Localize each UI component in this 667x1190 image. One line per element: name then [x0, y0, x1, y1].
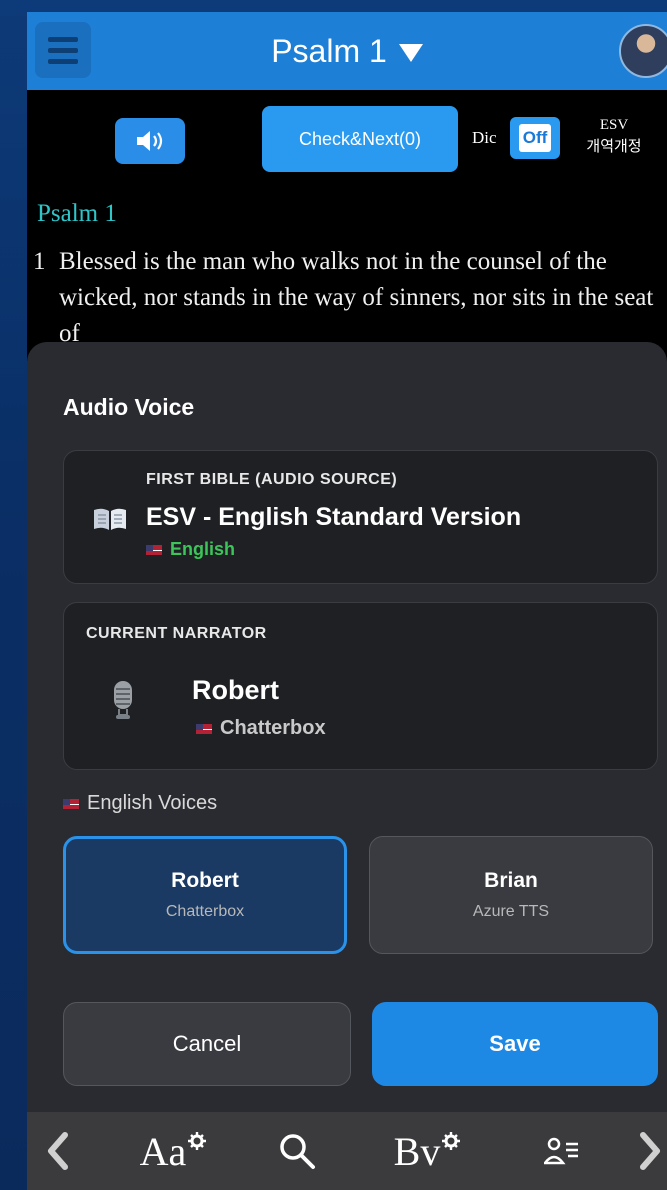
- chevron-left-icon: [48, 1132, 68, 1170]
- voice-name: Robert: [171, 869, 239, 892]
- voice-name: Brian: [484, 869, 538, 892]
- narrator-caption: CURRENT NARRATOR: [86, 625, 267, 642]
- gear-icon: [188, 1132, 207, 1150]
- voice-option-brian[interactable]: Brian Azure TTS: [369, 836, 653, 954]
- audio-play-button[interactable]: [115, 118, 185, 164]
- app-screen: Psalm 1 Check&Next(0) Dic Off ESV 개역개정 P…: [27, 12, 667, 1190]
- search-button[interactable]: [267, 1112, 327, 1190]
- narrator-source-label: Chatterbox: [220, 717, 326, 739]
- voice-option-robert[interactable]: Robert Chatterbox: [63, 836, 347, 954]
- bible-settings-button[interactable]: Bv: [377, 1112, 477, 1190]
- dictionary-toggle[interactable]: Off: [510, 117, 560, 159]
- audio-voice-sheet: Audio Voice FIRST BIBLE (AUDIO SOURCE) E…: [27, 342, 667, 1112]
- person-list-icon: [544, 1137, 578, 1165]
- voices-section-label: English Voices: [63, 792, 217, 815]
- first-bible-name: ESV - English Standard Version: [146, 503, 522, 531]
- first-bible-language: English: [146, 539, 235, 560]
- speaker-icon: [137, 131, 163, 151]
- cancel-button[interactable]: Cancel: [63, 1002, 351, 1086]
- gear-icon: [442, 1132, 461, 1150]
- narrator-name: Robert: [192, 675, 279, 705]
- chapter-heading: Psalm 1: [37, 200, 117, 227]
- dictionary-label: Dic: [472, 128, 497, 147]
- bible-settings-label: Bv: [393, 1128, 441, 1174]
- voices-section-text: English Voices: [87, 792, 218, 814]
- first-bible-language-label: English: [170, 539, 236, 559]
- microphone-icon: [114, 681, 132, 719]
- us-flag-icon: [63, 798, 79, 809]
- profile-list-button[interactable]: [532, 1112, 592, 1190]
- first-bible-card: FIRST BIBLE (AUDIO SOURCE) ESV - English…: [63, 450, 658, 584]
- search-icon: [280, 1134, 315, 1169]
- chevron-down-icon: [398, 44, 423, 62]
- verse-number: 1: [33, 248, 46, 275]
- font-settings-label: Aa: [139, 1128, 187, 1174]
- us-flag-icon: [146, 545, 162, 556]
- chapter-selector[interactable]: Psalm 1: [27, 12, 667, 90]
- check-next-button[interactable]: Check&Next(0): [262, 106, 458, 172]
- control-row: Check&Next(0) Dic Off ESV 개역개정: [27, 90, 667, 190]
- us-flag-icon: [196, 723, 212, 734]
- current-narrator-card: CURRENT NARRATOR Robert Chatterbox: [63, 602, 658, 770]
- version-primary: ESV: [599, 117, 629, 133]
- verse[interactable]: 1 Blessed is the man who walks not in th…: [33, 244, 667, 352]
- sheet-title: Audio Voice: [63, 394, 195, 420]
- narrator-source: Chatterbox: [196, 717, 326, 740]
- font-settings-button[interactable]: Aa: [123, 1112, 223, 1190]
- book-icon: [94, 508, 126, 530]
- first-bible-caption: FIRST BIBLE (AUDIO SOURCE): [146, 471, 398, 488]
- avatar[interactable]: [619, 24, 667, 78]
- bottom-toolbar: Aa Bv: [27, 1112, 667, 1190]
- top-bar: Psalm 1: [27, 12, 667, 90]
- next-chapter-button[interactable]: [639, 1112, 667, 1190]
- version-switch[interactable]: ESV 개역개정: [579, 114, 649, 158]
- save-button[interactable]: Save: [372, 1002, 658, 1086]
- verse-text: Blessed is the man who walks not in the …: [59, 248, 654, 347]
- voice-source: Azure TTS: [472, 903, 550, 920]
- version-secondary: 개역개정: [586, 139, 642, 155]
- voice-source: Chatterbox: [165, 903, 245, 920]
- previous-chapter-button[interactable]: [33, 1112, 83, 1190]
- page-title: Psalm 1: [271, 32, 387, 69]
- chevron-right-icon: [640, 1132, 660, 1170]
- dictionary-toggle-state: Off: [518, 124, 552, 152]
